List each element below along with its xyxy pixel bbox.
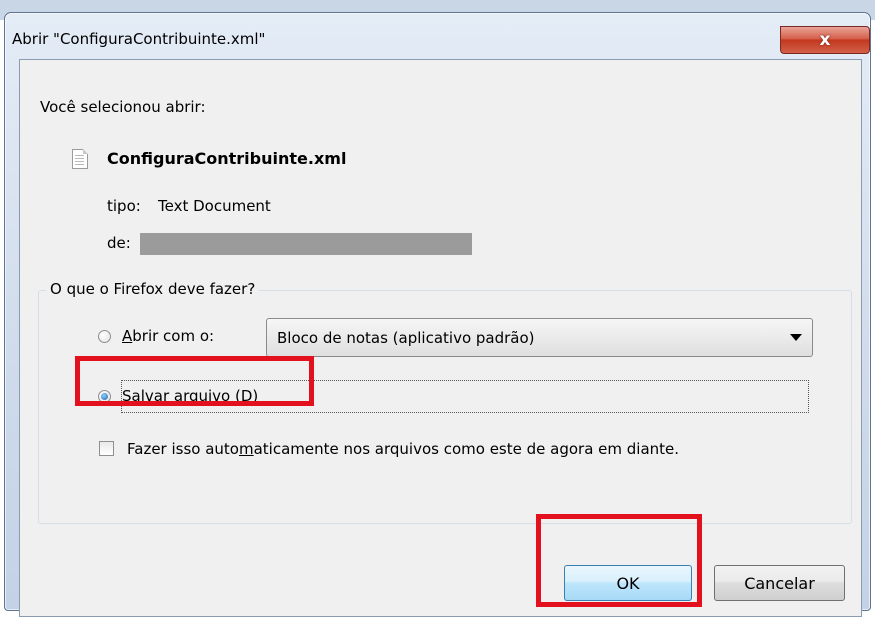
open-file-dialog: Abrir "ConfiguraContribuinte.xml" x Você… xyxy=(4,12,871,617)
chevron-down-icon xyxy=(790,334,802,341)
application-select[interactable]: Bloco de notas (aplicativo padrão) xyxy=(266,318,813,357)
intro-text: Você selecionou abrir: xyxy=(40,98,206,116)
auto-checkbox[interactable] xyxy=(99,441,114,456)
action-group-legend: O que o Firefox deve fazer? xyxy=(46,280,260,298)
save-file-highlight xyxy=(75,356,314,406)
open-with-accesskey: A xyxy=(122,327,133,345)
auto-checkbox-label[interactable]: Fazer isso automaticamente nos arquivos … xyxy=(127,440,679,458)
auto-label-before: Fazer isso auto xyxy=(127,440,239,458)
ok-button-highlight xyxy=(536,514,702,607)
open-with-label[interactable]: Abrir com o: xyxy=(122,327,214,345)
from-label: de: xyxy=(107,234,131,252)
dialog-body: Você selecionou abrir: ConfiguraContribu… xyxy=(19,59,862,617)
auto-accesskey: m xyxy=(238,440,254,458)
close-button[interactable]: x xyxy=(780,26,870,54)
application-select-value: Bloco de notas (aplicativo padrão) xyxy=(277,329,535,347)
open-with-label-text: brir com o: xyxy=(132,327,215,345)
type-value: Text Document xyxy=(158,197,271,215)
file-name: ConfiguraContribuinte.xml xyxy=(107,149,347,168)
dialog-title: Abrir "ConfiguraContribuinte.xml" xyxy=(12,30,266,48)
close-icon: x xyxy=(819,30,831,50)
redacted-source xyxy=(140,233,472,255)
auto-label-after: aticamente nos arquivos como este de ago… xyxy=(253,440,680,458)
open-with-radio[interactable] xyxy=(98,330,111,343)
text-document-icon xyxy=(72,149,88,169)
cancel-button[interactable]: Cancelar xyxy=(714,565,845,601)
type-label: tipo: xyxy=(107,197,141,215)
